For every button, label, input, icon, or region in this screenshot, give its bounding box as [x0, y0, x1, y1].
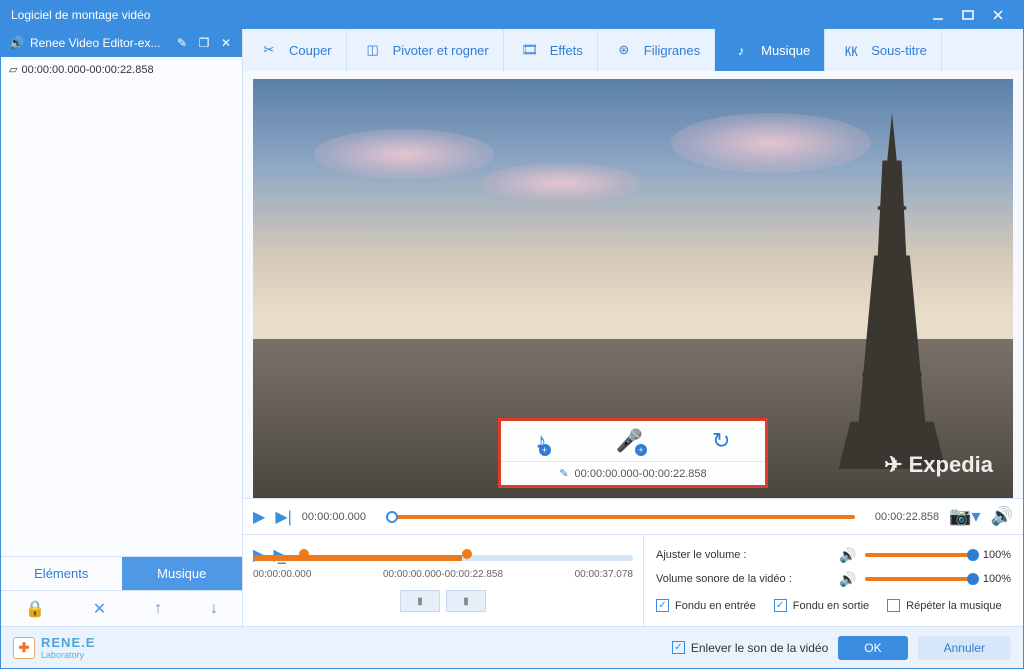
- fade-out-label: Fondu en sortie: [793, 600, 869, 612]
- reel-icon: ⊛: [612, 38, 636, 62]
- tb-cut[interactable]: ✂ Couper: [243, 29, 347, 71]
- video-preview: ✈ Expedia ♪+ 🎤+ ↻ ✎ 00:00:00.000-00:00:2…: [253, 79, 1013, 498]
- refresh-button[interactable]: ↻: [712, 428, 730, 454]
- crop-icon: ◫: [361, 38, 385, 62]
- tb-effects[interactable]: 🎞 Effets: [504, 29, 598, 71]
- speaker-icon: 🔊: [9, 36, 24, 50]
- ok-button[interactable]: OK: [838, 636, 907, 660]
- tl-label-0: 00:00:00.000: [253, 569, 311, 580]
- callout-range: 00:00:00.000-00:00:22.858: [575, 468, 707, 480]
- maximize-button[interactable]: [953, 5, 983, 25]
- scissors-icon: ✂: [257, 38, 281, 62]
- step-button[interactable]: ▶|: [275, 507, 291, 527]
- minimize-button[interactable]: [923, 5, 953, 25]
- remove-sound-label: Enlever le son de la vidéo: [691, 641, 828, 655]
- volume-panel: Ajuster le volume : 🔊 100% Volume sonore…: [643, 535, 1023, 626]
- tb-rotate-label: Pivoter et rogner: [393, 43, 489, 58]
- globe-icon: ✈: [884, 452, 902, 478]
- tb-music-label: Musique: [761, 43, 810, 58]
- remove-sound-checkbox[interactable]: ✓: [672, 641, 685, 654]
- close-button[interactable]: [983, 5, 1013, 25]
- brand-sub: Laboratory: [41, 650, 95, 660]
- tl-label-1: 00:00:00.000-00:00:22.858: [383, 569, 503, 580]
- music-callout: ♪+ 🎤+ ↻ ✎ 00:00:00.000-00:00:22.858: [498, 418, 768, 488]
- repeat-label: Répéter la musique: [906, 600, 1001, 612]
- clip-range-text: 00:00:00.000-00:00:22.858: [21, 64, 153, 76]
- watermark-text: Expedia: [909, 452, 993, 478]
- brand-name: RENE.E: [41, 635, 95, 650]
- file-row[interactable]: 🔊 Renee Video Editor-ex... ✎ ❐ ✕: [1, 29, 242, 57]
- adjust-volume-value: 100%: [983, 549, 1011, 561]
- timeline: ▶ ▶̲ 00:00:00.000 00:00:00.000-00:00:22.…: [243, 535, 643, 626]
- arrow-up-icon[interactable]: ↑: [154, 600, 162, 618]
- play-button[interactable]: ▶: [253, 507, 265, 527]
- repeat-checkbox[interactable]: [887, 599, 900, 612]
- tb-cut-label: Couper: [289, 43, 332, 58]
- transport-bar: ▶ ▶| 00:00:00.000 00:00:22.858 📷▾ 🔊: [243, 498, 1023, 534]
- copy-icon[interactable]: ❐: [196, 35, 212, 51]
- watermark: ✈ Expedia: [884, 452, 993, 478]
- cancel-button[interactable]: Annuler: [918, 636, 1011, 660]
- lock-icon[interactable]: 🔒: [25, 599, 45, 619]
- music-note-icon: ♪: [729, 38, 753, 62]
- timeline-track[interactable]: [253, 555, 633, 561]
- segment-1[interactable]: ▮: [400, 590, 440, 612]
- main-toolbar: ✂ Couper ◫ Pivoter et rogner 🎞 Effets ⊛ Fili…: [243, 29, 1023, 71]
- tb-rotate[interactable]: ◫ Pivoter et rogner: [347, 29, 504, 71]
- tab-music[interactable]: Musique: [122, 557, 243, 590]
- volume-icon-2[interactable]: 🔊: [839, 571, 856, 588]
- fade-in-label: Fondu en entrée: [675, 600, 756, 612]
- add-music-button[interactable]: ♪+: [536, 428, 547, 454]
- tb-watermark-label: Filigranes: [644, 43, 700, 58]
- transport-start: 00:00:00.000: [302, 511, 366, 523]
- logo-icon: ✚: [13, 637, 35, 659]
- subtitle-icon: ㏍: [839, 38, 863, 62]
- adjust-volume-label: Ajuster le volume :: [656, 549, 831, 561]
- transport-slider[interactable]: [386, 515, 855, 519]
- tab-elements[interactable]: Eléments: [1, 557, 122, 590]
- clip-icon: ▱: [9, 63, 17, 76]
- record-voice-button[interactable]: 🎤+: [616, 428, 643, 454]
- window-title: Logiciel de montage vidéo: [11, 8, 923, 22]
- sidebar: 🔊 Renee Video Editor-ex... ✎ ❐ ✕ ▱ 00:00…: [1, 29, 243, 626]
- adjust-volume-slider[interactable]: [865, 553, 975, 557]
- tl-label-2: 00:00:37.078: [575, 569, 633, 580]
- tb-watermark[interactable]: ⊛ Filigranes: [598, 29, 715, 71]
- brand-logo: ✚ RENE.E Laboratory: [13, 635, 95, 660]
- video-volume-value: 100%: [983, 573, 1011, 585]
- file-name: Renee Video Editor-ex...: [30, 36, 168, 50]
- pencil-icon: ✎: [559, 467, 568, 480]
- fade-out-checkbox[interactable]: ✓: [774, 599, 787, 612]
- snapshot-button[interactable]: 📷▾: [949, 506, 980, 527]
- tb-subtitle[interactable]: ㏍ Sous-titre: [825, 29, 942, 71]
- tb-subtitle-label: Sous-titre: [871, 43, 927, 58]
- transport-end: 00:00:22.858: [875, 511, 939, 523]
- volume-button[interactable]: 🔊: [991, 506, 1013, 527]
- edit-icon[interactable]: ✎: [174, 35, 190, 51]
- remove-file-icon[interactable]: ✕: [218, 35, 234, 51]
- video-volume-slider[interactable]: [865, 577, 975, 581]
- film-icon: 🎞: [518, 38, 542, 62]
- video-volume-label: Volume sonore de la vidéo :: [656, 573, 831, 585]
- arrow-down-icon[interactable]: ↓: [210, 600, 218, 618]
- fade-in-checkbox[interactable]: ✓: [656, 599, 669, 612]
- volume-icon[interactable]: 🔊: [839, 547, 856, 564]
- tb-effects-label: Effets: [550, 43, 583, 58]
- clip-range-row[interactable]: ▱ 00:00:00.000-00:00:22.858: [1, 57, 242, 82]
- segment-2[interactable]: ▮: [446, 590, 486, 612]
- eiffel-tower-graphic: [832, 113, 952, 469]
- tb-music[interactable]: ♪ Musique: [715, 29, 825, 71]
- delete-icon[interactable]: ✕: [93, 599, 106, 619]
